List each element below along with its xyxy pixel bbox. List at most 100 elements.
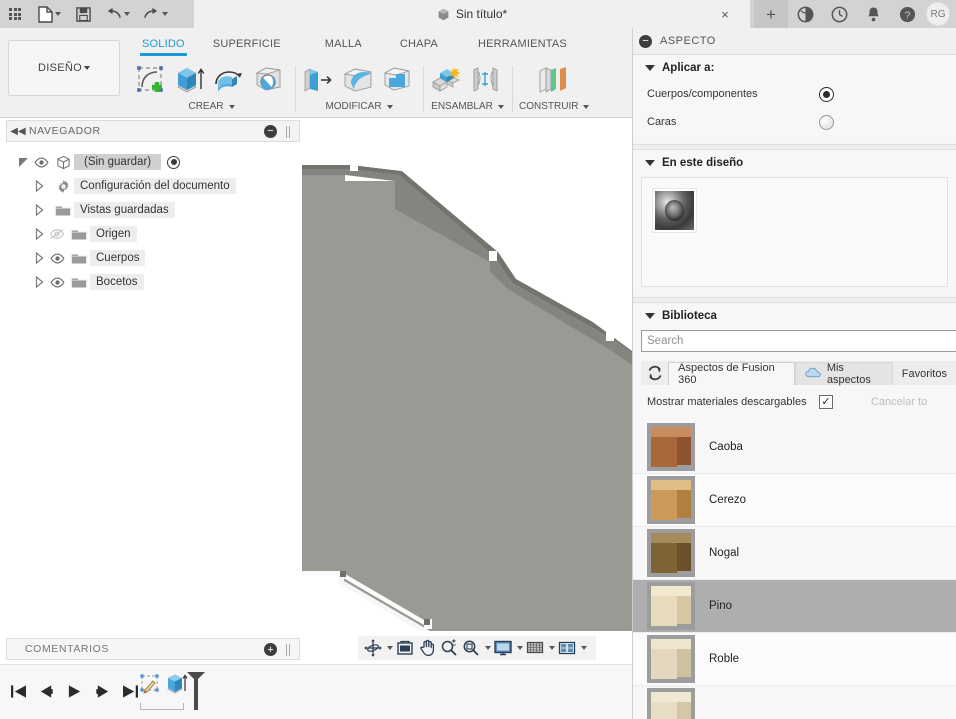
- list-item[interactable]: Nogal: [633, 527, 956, 580]
- undo-icon[interactable]: [98, 0, 136, 28]
- expand-arrow-icon[interactable]: [16, 157, 30, 168]
- apply-to-option-faces[interactable]: Caras: [633, 108, 956, 136]
- apply-to-bodies-radio[interactable]: [819, 86, 834, 102]
- tree-node-saved-views[interactable]: Vistas guardadas: [0, 198, 302, 222]
- file-icon[interactable]: [30, 0, 68, 28]
- visibility-eye-icon[interactable]: [30, 157, 52, 168]
- clock-icon[interactable]: [822, 0, 856, 28]
- in-this-design-header[interactable]: En este diseño: [633, 150, 956, 175]
- zoom-window-button[interactable]: [461, 638, 491, 658]
- tab-chapa-label: CHAPA: [399, 38, 438, 50]
- navigator-header: ◀◀ NAVEGADOR −: [6, 120, 300, 142]
- redo-icon[interactable]: [136, 0, 174, 28]
- library-tab-my-appearances[interactable]: Mis aspectos: [794, 362, 893, 386]
- viewports-button[interactable]: [557, 638, 587, 658]
- bell-icon[interactable]: [856, 0, 890, 28]
- show-downloadable-checkbox[interactable]: ✓: [819, 395, 833, 409]
- revolve-icon[interactable]: [213, 65, 249, 99]
- panel-ensamblar-label[interactable]: ENSAMBLAR: [431, 101, 504, 112]
- offset-plane-icon[interactable]: [536, 65, 572, 99]
- library-header[interactable]: Biblioteca: [633, 303, 956, 328]
- data-panel-icon[interactable]: [788, 0, 822, 28]
- appearance-minimize-button[interactable]: −: [639, 34, 652, 48]
- expand-arrow-icon[interactable]: [32, 180, 46, 192]
- step-back-icon[interactable]: [34, 679, 58, 703]
- new-component-icon[interactable]: [430, 65, 466, 99]
- grid-apps-icon[interactable]: [0, 0, 30, 28]
- timeline-end-marker[interactable]: [184, 671, 208, 714]
- tree-node-root[interactable]: (Sin guardar): [0, 150, 302, 174]
- orbit-button[interactable]: [363, 638, 393, 658]
- look-at-button[interactable]: [395, 638, 415, 658]
- list-item[interactable]: [633, 686, 956, 719]
- skip-to-start-icon[interactable]: [6, 679, 30, 703]
- list-item[interactable]: Caoba: [633, 421, 956, 474]
- list-item-selected[interactable]: Pino: [633, 580, 956, 633]
- expand-arrow-icon[interactable]: [32, 276, 46, 288]
- tab-chapa[interactable]: CHAPA: [386, 36, 452, 54]
- navigator-resize-grip[interactable]: [286, 126, 291, 138]
- tree-node-sketches[interactable]: Bocetos: [0, 270, 302, 294]
- extrude-icon[interactable]: [174, 65, 210, 99]
- fillet-icon[interactable]: [341, 65, 377, 99]
- display-settings-button[interactable]: [493, 638, 523, 658]
- visibility-eye-hidden-icon[interactable]: [46, 228, 68, 240]
- help-icon[interactable]: ?: [890, 0, 924, 28]
- navigator-minimize-button[interactable]: −: [264, 125, 277, 138]
- refresh-icon[interactable]: [641, 361, 668, 385]
- tab-malla[interactable]: MALLA: [311, 36, 376, 54]
- visibility-eye-icon[interactable]: [46, 277, 68, 288]
- library-tab-favorites[interactable]: Favoritos: [893, 362, 956, 385]
- tab-superficie[interactable]: SUPERFICIE: [199, 36, 295, 54]
- avatar[interactable]: RG: [926, 2, 950, 26]
- panel-construir-label[interactable]: CONSTRUIR: [519, 101, 590, 112]
- material-list: Caoba Cerezo Nogal Pino Roble: [633, 421, 956, 719]
- collapse-left-icon[interactable]: ◀◀: [7, 126, 29, 137]
- document-tab[interactable]: Sin título* ×: [194, 0, 750, 28]
- panel-crear-label[interactable]: CREAR: [188, 101, 235, 112]
- play-icon[interactable]: [62, 679, 86, 703]
- expand-arrow-icon[interactable]: [32, 204, 46, 216]
- component-icon: [52, 155, 74, 170]
- comments-resize-grip[interactable]: [286, 644, 291, 656]
- workspace-selector[interactable]: DISEÑO: [8, 40, 120, 96]
- new-tab-button[interactable]: +: [754, 0, 788, 28]
- panel-modificar-tools: [302, 64, 416, 100]
- apply-to-header[interactable]: Aplicar a:: [633, 55, 956, 80]
- cancel-all-link[interactable]: Cancelar to: [871, 396, 927, 408]
- joint-icon[interactable]: [469, 65, 505, 99]
- list-item[interactable]: Cerezo: [633, 474, 956, 527]
- close-icon[interactable]: ×: [714, 0, 736, 28]
- grid-snaps-button[interactable]: [525, 638, 555, 658]
- press-pull-icon[interactable]: [302, 65, 338, 99]
- tree-node-document-settings[interactable]: Configuración del documento: [0, 174, 302, 198]
- apply-to-option-bodies[interactable]: Cuerpos/componentes: [633, 80, 956, 108]
- sketch-feature-icon[interactable]: [138, 673, 166, 703]
- apply-to-faces-radio[interactable]: [819, 114, 834, 130]
- tab-herramientas[interactable]: HERRAMIENTAS: [464, 36, 581, 54]
- cloud-icon: [805, 367, 822, 381]
- panel-modificar-label[interactable]: MODIFICAR: [325, 101, 393, 112]
- expand-arrow-icon[interactable]: [32, 252, 46, 264]
- tree-node-bodies[interactable]: Cuerpos: [0, 246, 302, 270]
- pan-button[interactable]: [417, 638, 437, 658]
- search-input[interactable]: Search: [641, 330, 956, 352]
- library-tab-fusion[interactable]: Aspectos de Fusion 360: [668, 362, 795, 386]
- list-item[interactable]: Roble: [633, 633, 956, 686]
- step-forward-icon[interactable]: [90, 679, 114, 703]
- tree-node-origin[interactable]: Origen: [0, 222, 302, 246]
- visibility-eye-icon[interactable]: [46, 253, 68, 264]
- wood-cube-icon: [647, 582, 695, 630]
- activate-component-radio[interactable]: [167, 155, 181, 169]
- metal-swatch[interactable]: [652, 188, 697, 233]
- folder-icon: [68, 252, 90, 265]
- save-icon[interactable]: [68, 0, 98, 28]
- sphere-icon[interactable]: [252, 65, 288, 99]
- tab-solido[interactable]: SOLIDO: [128, 36, 199, 60]
- create-sketch-icon[interactable]: [135, 65, 171, 99]
- shell-icon[interactable]: [380, 65, 416, 99]
- search-placeholder-text: Search: [647, 335, 684, 347]
- comments-add-button[interactable]: +: [264, 643, 277, 656]
- zoom-button[interactable]: [439, 638, 459, 658]
- expand-arrow-icon[interactable]: [32, 228, 46, 240]
